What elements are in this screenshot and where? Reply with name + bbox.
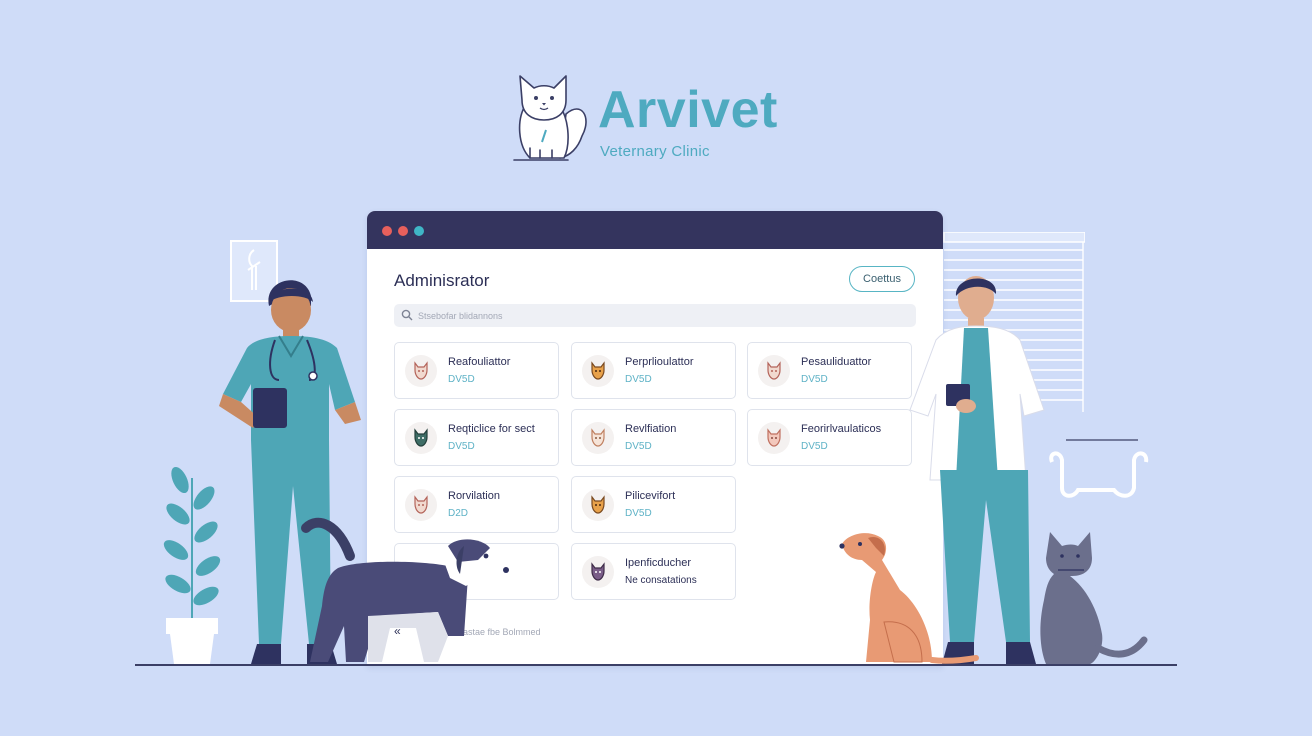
brand-subtitle: Veternary Clinic	[600, 143, 710, 160]
card-title: Revlfiation	[625, 423, 677, 435]
card-subtitle: DV5D	[801, 374, 828, 385]
card-title: Feorirlvaulaticos	[801, 423, 882, 435]
orange-dog-illustration	[839, 533, 979, 664]
card-title: Pesauliduattor	[801, 356, 872, 368]
search-icon	[401, 309, 413, 321]
dog-icon	[582, 556, 614, 588]
dog-icon	[582, 355, 614, 387]
dog-icon	[582, 422, 614, 454]
service-card[interactable]: Reqticlice for sect DV5D	[394, 409, 559, 466]
card-subtitle: DV5D	[625, 508, 652, 519]
dog-icon	[405, 422, 437, 454]
search-input[interactable]	[418, 304, 898, 327]
service-card[interactable]: Pesauliduattor DV5D	[747, 342, 912, 399]
search-bar[interactable]	[394, 304, 916, 327]
exam-table-icon	[1049, 439, 1149, 498]
card-title: Ipenficducher	[625, 557, 692, 569]
card-subtitle: DV5D	[625, 374, 652, 385]
dog-icon	[758, 422, 790, 454]
card-title: Reafouliattor	[448, 356, 511, 368]
card-title: Perprlioulattor	[625, 356, 694, 368]
cat-logo-icon	[508, 70, 592, 164]
service-card[interactable]: Perprlioulattor DV5D	[571, 342, 736, 399]
service-card[interactable]: Reafouliattor DV5D	[394, 342, 559, 399]
dog-illustration	[301, 517, 509, 662]
card-subtitle: Ne consatations	[625, 575, 697, 586]
minimize-window-dot[interactable]	[398, 226, 408, 236]
service-card[interactable]: Feorirlvaulaticos DV5D	[747, 409, 912, 466]
card-subtitle: DV5D	[801, 441, 828, 452]
close-window-dot[interactable]	[382, 226, 392, 236]
brand-title: Arvivet	[598, 81, 778, 139]
maximize-window-dot[interactable]	[414, 226, 424, 236]
gray-cat-illustration	[1040, 532, 1148, 664]
dog-icon	[582, 489, 614, 521]
service-card[interactable]: Revlfiation DV5D	[571, 409, 736, 466]
dog-icon	[758, 355, 790, 387]
card-title: Pilicevifort	[625, 490, 676, 502]
card-title: Reqticlice for sect	[448, 423, 535, 435]
service-card[interactable]: Ipenficducher Ne consatations	[571, 543, 736, 600]
service-card[interactable]: Pilicevifort DV5D	[571, 476, 736, 533]
card-subtitle: DV5D	[448, 374, 475, 385]
page-title: Adminisrator	[394, 271, 490, 290]
card-title: Rorvilation	[448, 490, 500, 502]
ground-line	[135, 664, 1177, 666]
card-subtitle: DV5D	[625, 441, 652, 452]
card-subtitle: DV5D	[448, 441, 475, 452]
window-title-bar	[367, 211, 943, 249]
dog-icon	[405, 355, 437, 387]
